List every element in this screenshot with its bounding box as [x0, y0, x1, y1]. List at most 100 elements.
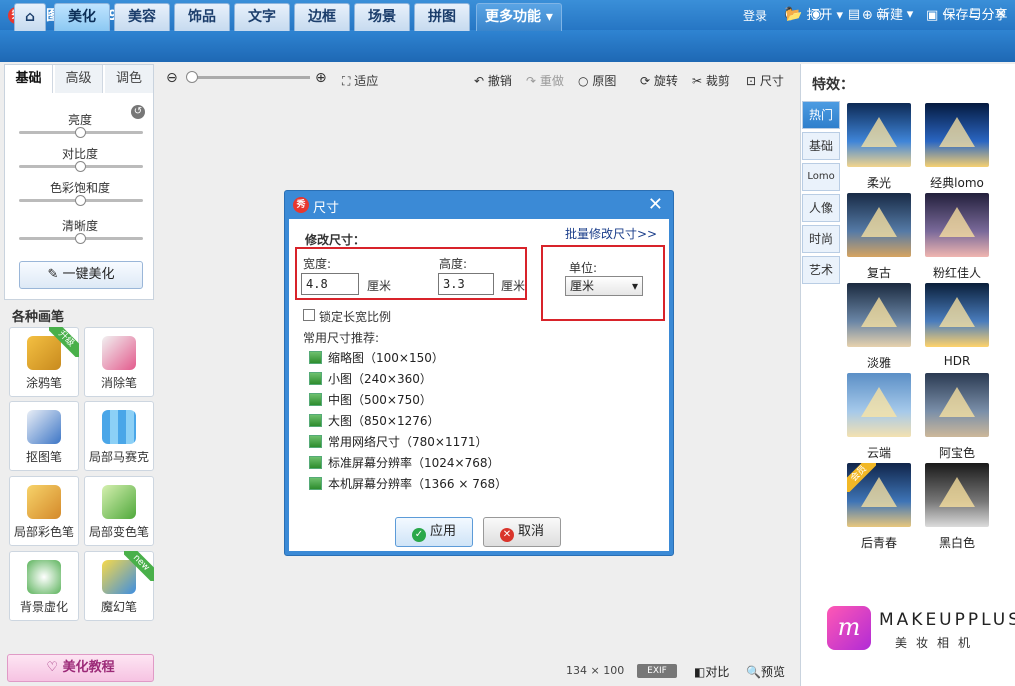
- effect-thumbnail[interactable]: [847, 103, 911, 167]
- apply-button[interactable]: ✓ 应用: [395, 517, 473, 547]
- effect-thumbnail[interactable]: [925, 193, 989, 257]
- preview-button[interactable]: 🔍预览: [746, 663, 785, 680]
- effects-tab-lomo[interactable]: Lomo: [802, 163, 840, 191]
- tab-face[interactable]: 美容: [114, 3, 170, 31]
- original-button[interactable]: ○ 原图: [578, 72, 616, 89]
- new-button[interactable]: ⊕ 新建: [862, 6, 903, 26]
- preset-item[interactable]: 常用网络尺寸（780×1171）: [309, 433, 488, 450]
- contrast-slider-thumb[interactable]: [75, 161, 86, 172]
- brush-local-color[interactable]: 局部彩色笔: [9, 476, 79, 546]
- rotate-button[interactable]: ⟳ 旋转: [640, 72, 678, 89]
- brush-magic[interactable]: 魔幻笔 new: [84, 551, 154, 621]
- image-icon: [309, 477, 322, 490]
- tab-beautify[interactable]: 美化: [54, 3, 110, 31]
- scissors-icon: ✂: [692, 74, 703, 88]
- login-link[interactable]: 登录: [743, 7, 767, 24]
- preset-item[interactable]: 中图（500×750）: [309, 391, 432, 408]
- image-icon: [309, 414, 322, 427]
- one-click-beautify-button[interactable]: ✎ 一键美化: [19, 261, 143, 289]
- brush-eraser[interactable]: 消除笔: [84, 327, 154, 397]
- effects-tab-basic[interactable]: 基础: [802, 132, 840, 160]
- effect-label: 云端: [866, 446, 891, 460]
- undo-button[interactable]: ↶ 撤销: [474, 72, 512, 89]
- effects-tab-art[interactable]: 艺术: [802, 256, 840, 284]
- home-tab[interactable]: ⌂: [14, 3, 46, 31]
- zoom-in-icon[interactable]: ⊕: [315, 70, 327, 86]
- effects-tab-hot[interactable]: 热门: [802, 101, 840, 129]
- sharpness-slider-thumb[interactable]: [75, 233, 86, 244]
- preset-item[interactable]: 本机屏幕分辨率（1366 × 768）: [309, 475, 507, 492]
- saturation-slider-thumb[interactable]: [75, 195, 86, 206]
- unit-select[interactable]: 厘米 ▾: [565, 276, 643, 296]
- zoom-slider-track[interactable]: [190, 76, 310, 79]
- preset-item[interactable]: 缩略图（100×150）: [309, 349, 444, 366]
- tab-text[interactable]: 文字: [234, 3, 290, 31]
- fit-button[interactable]: ⛶ 适应: [342, 72, 378, 89]
- dialog-close-icon[interactable]: ✕: [648, 194, 663, 215]
- undo-label: 撤销: [487, 74, 512, 88]
- effects-tab-fashion[interactable]: 时尚: [802, 225, 840, 253]
- beautify-tutorial-button[interactable]: ♡ 美化教程: [7, 654, 154, 682]
- preset-item[interactable]: 大图（850×1276）: [309, 412, 440, 429]
- hands-icon: ♡: [46, 660, 59, 675]
- crop-button[interactable]: ✂ 裁剪: [692, 72, 730, 89]
- height-input[interactable]: [438, 273, 494, 295]
- apply-label: 应用: [429, 524, 456, 539]
- wand-icon: ✎: [47, 267, 59, 282]
- image-icon: [309, 351, 322, 364]
- menu-icon[interactable]: ▾: [901, 6, 919, 24]
- adjust-tab-basic[interactable]: 基础: [5, 65, 53, 93]
- effect-thumbnail[interactable]: [847, 373, 911, 437]
- zoom-out-icon[interactable]: ⊖: [166, 70, 178, 86]
- effect-thumbnail[interactable]: 会员: [847, 463, 911, 527]
- resize-label: 尺寸: [759, 74, 784, 88]
- effect-thumbnail[interactable]: [925, 463, 989, 527]
- resize-icon: ⊡: [746, 74, 757, 88]
- compare-label: 对比: [705, 665, 730, 679]
- brush-mosaic[interactable]: 局部马赛克: [84, 401, 154, 471]
- resize-button[interactable]: ⊡ 尺寸: [746, 72, 784, 89]
- brush-background-blur[interactable]: 背景虚化: [9, 551, 79, 621]
- save-share-button[interactable]: ▣ 保存与分享: [926, 6, 1007, 26]
- lock-ratio-checkbox[interactable]: [303, 309, 315, 321]
- adjust-tab-advanced[interactable]: 高级: [55, 65, 103, 93]
- brush-cutout[interactable]: 抠图笔: [9, 401, 79, 471]
- open-button[interactable]: 📂 打开 ▾: [786, 6, 843, 26]
- preset-item[interactable]: 标准屏幕分辨率（1024×768）: [309, 454, 500, 471]
- member-badge: 会员: [847, 463, 876, 492]
- tab-scenes[interactable]: 场景: [354, 3, 410, 31]
- effect-thumbnail[interactable]: [925, 103, 989, 167]
- effect-thumbnail[interactable]: [925, 373, 989, 437]
- preset-item[interactable]: 小图（240×360）: [309, 370, 432, 387]
- effect-thumbnail[interactable]: [925, 283, 989, 347]
- preset-label: 本机屏幕分辨率（1366 × 768）: [328, 477, 508, 491]
- effect-label: 黑白色: [938, 536, 975, 550]
- pyramid-shape: [861, 207, 897, 237]
- tab-accessories[interactable]: 饰品: [174, 3, 230, 31]
- brush-color-change[interactable]: 局部变色笔: [84, 476, 154, 546]
- contrast-label: 对比度: [61, 147, 98, 161]
- redo-button[interactable]: ↷ 重做: [526, 72, 564, 89]
- compare-button[interactable]: ◧对比: [694, 663, 729, 680]
- exif-button[interactable]: EXIF: [637, 664, 677, 678]
- rotate-label: 旋转: [653, 74, 678, 88]
- brightness-slider-thumb[interactable]: [75, 127, 86, 138]
- brush-section-title: 各种画笔: [12, 310, 65, 325]
- check-icon: ✓: [411, 528, 426, 542]
- brush-doodle[interactable]: 涂鸦笔 升级: [9, 327, 79, 397]
- tab-frames[interactable]: 边框: [294, 3, 350, 31]
- cancel-button[interactable]: ✕ 取消: [483, 517, 561, 547]
- zoom-slider-thumb[interactable]: [186, 71, 198, 83]
- lock-ratio-label: 锁定长宽比例: [319, 310, 392, 324]
- compare-icon: ◧: [694, 665, 706, 679]
- effects-tab-portrait[interactable]: 人像: [802, 194, 840, 222]
- feedback-icon[interactable]: ▤: [845, 6, 863, 24]
- effect-thumbnail[interactable]: [847, 193, 911, 257]
- batch-resize-link[interactable]: 批量修改尺寸>>: [565, 225, 657, 242]
- adjust-tab-color[interactable]: 调色: [105, 65, 153, 93]
- effect-thumbnail[interactable]: [847, 283, 911, 347]
- tab-collage[interactable]: 拼图: [414, 3, 470, 31]
- more-features-tab[interactable]: 更多功能 ▾: [476, 3, 562, 31]
- width-input[interactable]: [301, 273, 359, 295]
- preset-label: 常用网络尺寸（780×1171）: [328, 435, 488, 449]
